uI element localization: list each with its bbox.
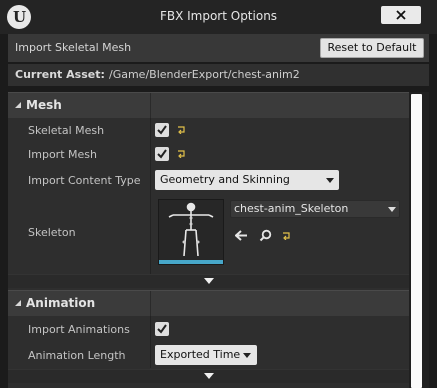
category-mesh-title: Mesh: [26, 98, 62, 112]
skeleton-value: chest-anim_Skeleton: [234, 202, 349, 215]
animation-length-dropdown[interactable]: Exported Time: [155, 345, 257, 365]
property-row-skeletal-mesh: Skeletal Mesh: [8, 118, 409, 142]
collapse-arrow-icon: [15, 300, 21, 306]
reset-arrow-icon[interactable]: [177, 150, 186, 158]
use-selected-arrow-icon[interactable]: [235, 230, 248, 241]
skeleton-figure-icon: [168, 202, 214, 257]
options-header: Import Skeletal Mesh Reset to Default: [8, 34, 429, 62]
vertical-scrollbar[interactable]: [409, 92, 429, 388]
chevron-down-icon: [388, 207, 396, 212]
import-animations-checkbox[interactable]: [155, 322, 169, 336]
current-asset-label: Current Asset:: [15, 68, 105, 81]
property-row-skeleton: Skeleton chest-anim_Skeleton: [8, 194, 409, 274]
import-animations-label: Import Animations: [28, 323, 130, 336]
checkmark-icon: [157, 324, 167, 334]
skeleton-thumbnail[interactable]: [158, 199, 224, 265]
browse-search-icon[interactable]: [259, 229, 272, 242]
import-mesh-checkbox[interactable]: [155, 147, 169, 161]
skeletal-mesh-checkbox[interactable]: [155, 123, 169, 137]
import-mesh-label: Import Mesh: [28, 148, 97, 161]
import-content-type-dropdown[interactable]: Geometry and Skinning Weights.: [155, 170, 339, 206]
import-type-label: Import Skeletal Mesh: [15, 41, 132, 54]
chevron-down-icon: [243, 353, 251, 358]
expand-arrow-icon: [204, 373, 214, 379]
reset-arrow-icon[interactable]: [282, 232, 291, 240]
property-row-import-animations: Import Animations: [8, 316, 409, 342]
property-row-animation-length: Animation Length Exported Time: [8, 342, 409, 368]
reset-arrow-icon[interactable]: [177, 126, 186, 134]
scrollbar-thumb[interactable]: [411, 94, 422, 388]
window-title: FBX Import Options: [159, 9, 278, 23]
skeletal-mesh-label: Skeletal Mesh: [28, 124, 105, 137]
title-bar[interactable]: U FBX Import Options: [0, 0, 437, 34]
collapse-arrow-icon: [15, 102, 21, 108]
import-content-type-label: Import Content Type: [28, 174, 141, 187]
current-asset-path: /Game/BlenderExport/chest-anim2: [109, 68, 300, 81]
close-icon: [396, 10, 406, 20]
reset-to-default-button[interactable]: Reset to Default: [320, 38, 424, 58]
category-animation-title: Animation: [26, 296, 96, 310]
category-mesh[interactable]: Mesh: [8, 92, 409, 119]
advanced-expander[interactable]: [8, 369, 409, 383]
chevron-down-icon: [326, 178, 334, 183]
category-animation[interactable]: Animation: [8, 290, 409, 317]
skeleton-asset-dropdown[interactable]: chest-anim_Skeleton: [230, 200, 400, 218]
current-asset-bar: Current Asset: /Game/BlenderExport/chest…: [8, 64, 429, 86]
checkmark-icon: [157, 149, 167, 159]
property-row-import-content-type: Import Content Type Geometry and Skinnin…: [8, 166, 409, 206]
checkmark-icon: [157, 125, 167, 135]
expand-arrow-icon: [204, 278, 214, 284]
animation-length-value: Exported Time: [160, 348, 241, 361]
skeleton-label: Skeleton: [28, 226, 76, 239]
animation-length-label: Animation Length: [28, 349, 126, 362]
details-panel: Mesh Skeletal Mesh Import Mesh Import Co…: [8, 92, 409, 388]
advanced-expander[interactable]: [8, 274, 409, 288]
close-button[interactable]: [381, 6, 421, 24]
property-row-import-mesh: Import Mesh: [8, 142, 409, 166]
